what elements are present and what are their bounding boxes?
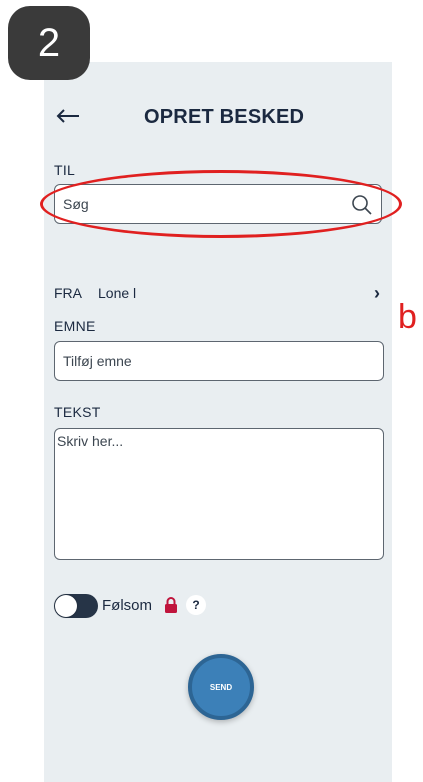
arrow-left-icon	[56, 109, 79, 123]
message-placeholder: Skriv her...	[57, 433, 124, 449]
to-label: TIL	[54, 162, 76, 178]
message-textarea[interactable]: Skriv her...	[54, 428, 384, 560]
from-label: FRA	[54, 285, 82, 301]
sensitive-label: Følsom	[102, 597, 152, 614]
subject-label: EMNE	[54, 318, 96, 334]
text-label: TEKST	[54, 404, 101, 420]
annotation-letter: b	[398, 298, 417, 336]
from-value: Lone l	[98, 285, 137, 301]
help-button[interactable]: ?	[186, 595, 206, 615]
back-button[interactable]	[52, 102, 84, 130]
send-button[interactable]: SEND	[188, 654, 254, 720]
sensitive-row: Følsom ?	[54, 594, 254, 618]
chevron-right-icon: ›	[374, 283, 380, 303]
annotation-ellipse	[40, 170, 402, 238]
step-badge: 2	[8, 6, 90, 80]
subject-placeholder: Tilføj emne	[63, 353, 132, 369]
subject-input[interactable]: Tilføj emne	[54, 341, 384, 381]
toggle-knob	[55, 595, 77, 617]
app-header: OPRET BESKED	[44, 98, 392, 138]
page-title: OPRET BESKED	[144, 106, 305, 128]
sensitive-toggle[interactable]	[54, 594, 98, 618]
from-row[interactable]: FRA Lone l ›	[54, 283, 384, 307]
lock-icon	[165, 597, 177, 613]
